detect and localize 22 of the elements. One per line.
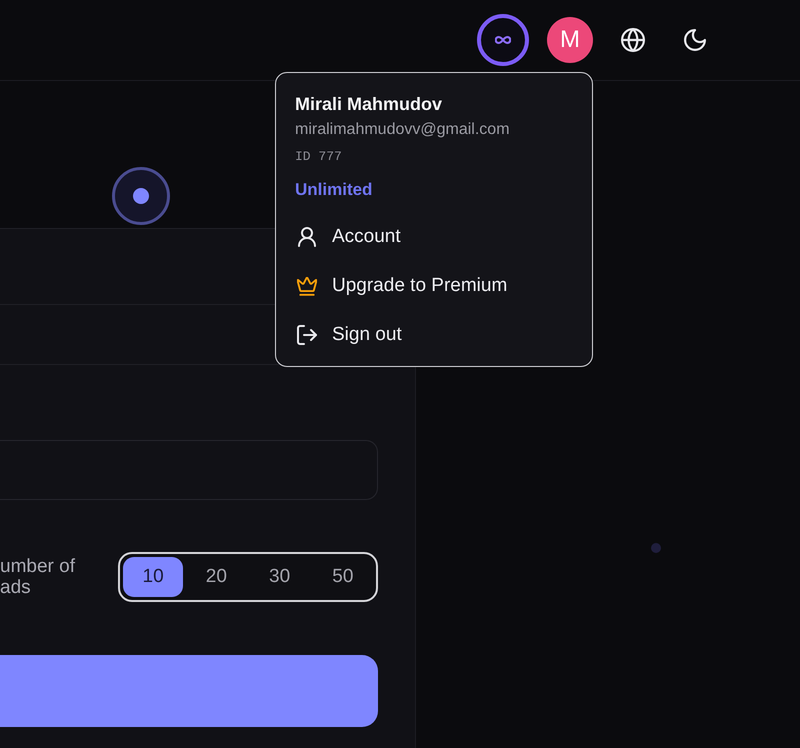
user-id: ID 777 [295,148,343,166]
infinity-icon [495,36,511,44]
user-icon [297,227,317,247]
count-option[interactable]: 30 [250,557,310,597]
count-option[interactable]: 20 [186,557,246,597]
menu-item[interactable]: Sign out [295,313,573,357]
user-email: miralimahmudovv@gmail.com [295,120,511,140]
globe-icon [621,28,645,52]
count-option[interactable]: 10 [123,557,184,597]
dot-icon [651,543,661,553]
avatar-button[interactable]: M [547,17,593,63]
crown-icon [297,276,317,296]
step-indicator-icon [112,167,170,225]
menu-item[interactable]: Upgrade to Premium [295,264,573,308]
user-name: Mirali Mahmudov [295,93,444,115]
count-label: umber of ads [0,556,76,598]
menu-item[interactable]: Account [295,215,573,259]
plan-label: Unlimited [295,179,374,201]
sign-out-icon [297,325,317,345]
count-option[interactable]: 50 [312,557,373,597]
moon-icon [684,29,706,51]
infinity-button[interactable] [477,14,529,66]
